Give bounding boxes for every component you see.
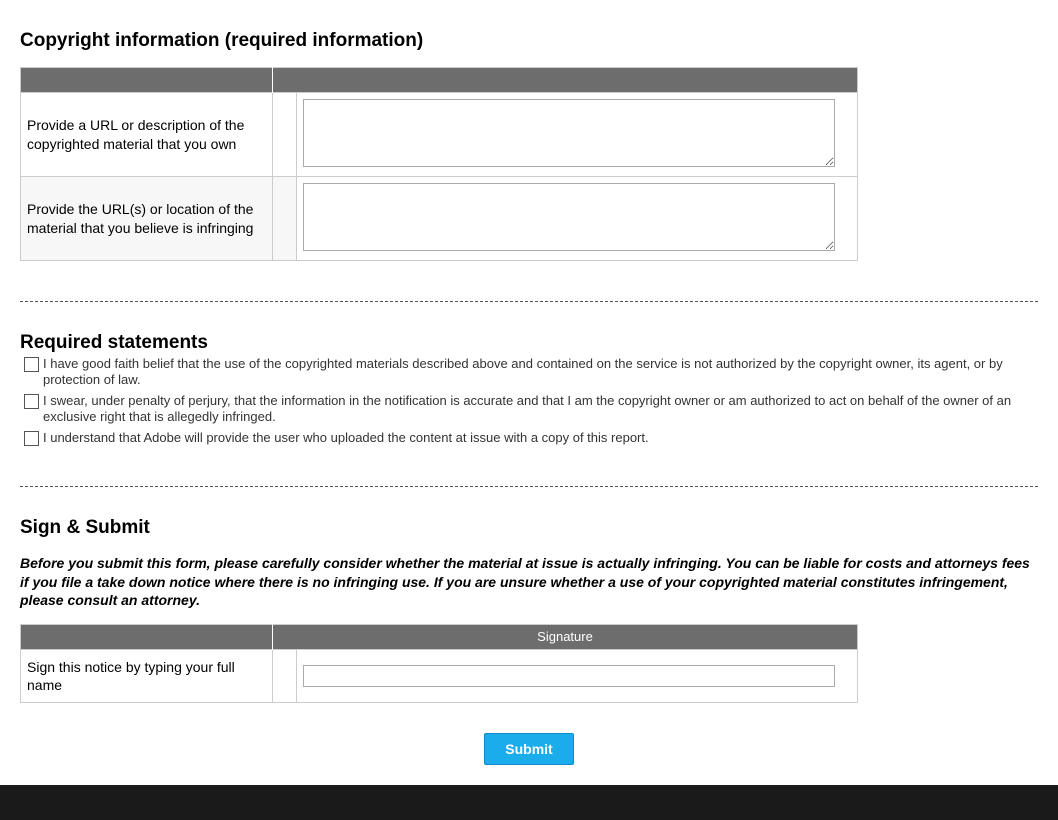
statement-checkbox-3[interactable] (24, 431, 39, 446)
statement-label-3: I understand that Adobe will provide the… (43, 430, 649, 446)
divider (20, 486, 1038, 487)
submit-wrapper: Submit (20, 733, 1038, 765)
signature-input[interactable] (303, 665, 835, 687)
statement-checkbox-1[interactable] (24, 357, 39, 372)
sign-table: Signature Sign this notice by typing you… (20, 624, 858, 703)
statement-item: I swear, under penalty of perjury, that … (20, 393, 1038, 424)
sign-label: Sign this notice by typing your full nam… (21, 649, 273, 702)
infringing-url-label: Provide the URL(s) or location of the ma… (21, 177, 273, 261)
table-row: Sign this notice by typing your full nam… (21, 649, 858, 702)
table-row: Provide the URL(s) or location of the ma… (21, 177, 858, 261)
copyright-url-textarea[interactable] (303, 99, 835, 167)
sign-header-col1 (21, 624, 273, 649)
copyright-table: Provide a URL or description of the copy… (20, 67, 858, 261)
copyright-url-label: Provide a URL or description of the copy… (21, 93, 273, 177)
statements-heading: Required statements (20, 332, 1038, 354)
infringing-url-textarea[interactable] (303, 183, 835, 251)
copyright-header-col2 (273, 68, 858, 93)
table-row: Provide a URL or description of the copy… (21, 93, 858, 177)
page-footer (0, 785, 1058, 820)
statement-label-1: I have good faith belief that the use of… (43, 356, 1038, 387)
statement-item: I understand that Adobe will provide the… (20, 430, 1038, 446)
statement-checkbox-2[interactable] (24, 394, 39, 409)
copyright-header-col1 (21, 68, 273, 93)
submit-button[interactable]: Submit (484, 733, 573, 765)
statement-item: I have good faith belief that the use of… (20, 356, 1038, 387)
sign-header-signature: Signature (273, 624, 858, 649)
copyright-heading: Copyright information (required informat… (20, 30, 1038, 52)
sign-heading: Sign & Submit (20, 517, 1038, 539)
statement-label-2: I swear, under penalty of perjury, that … (43, 393, 1038, 424)
sign-warning: Before you submit this form, please care… (20, 554, 1038, 609)
divider (20, 301, 1038, 302)
